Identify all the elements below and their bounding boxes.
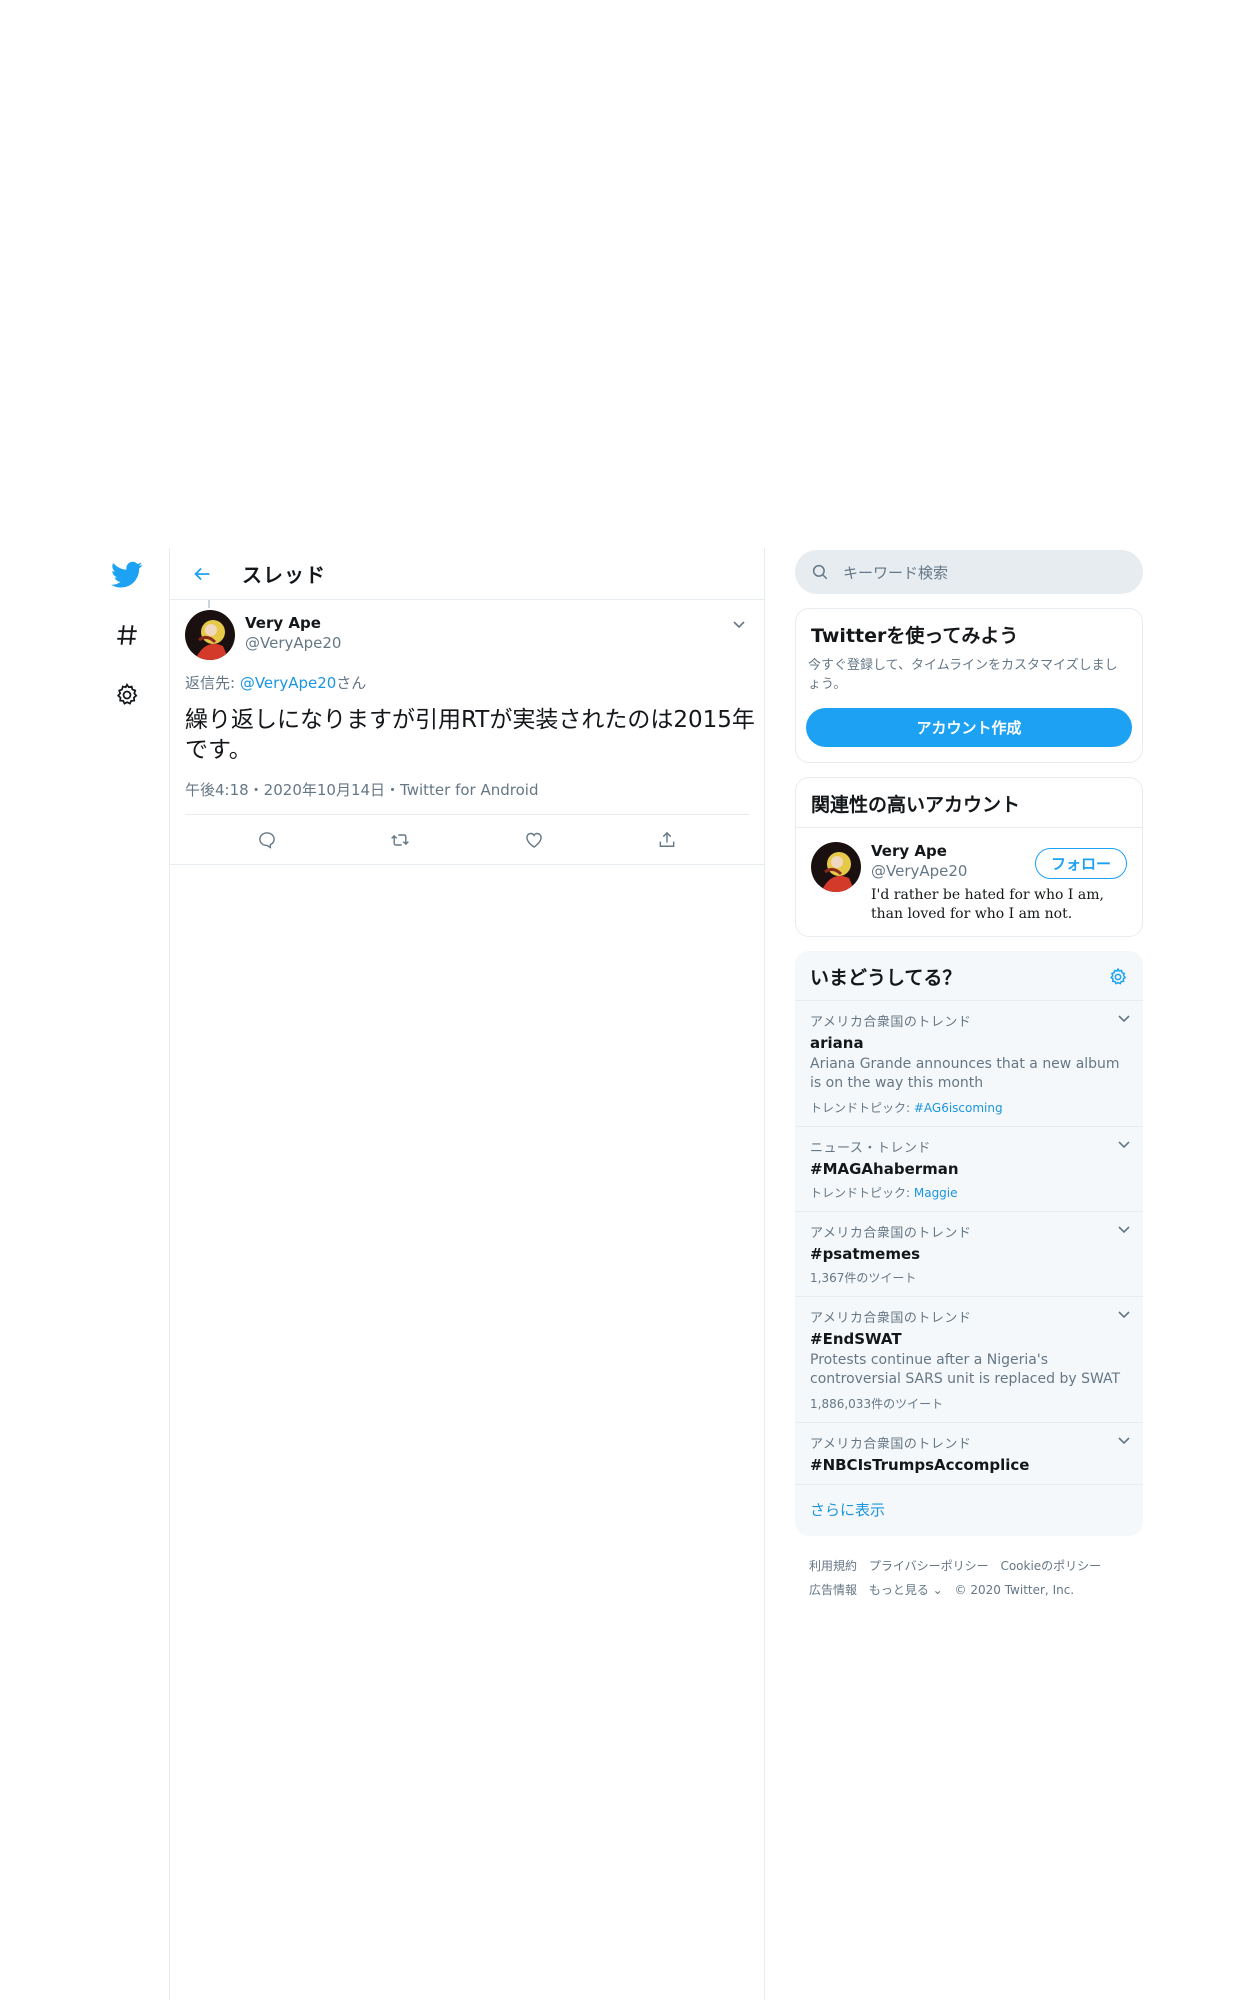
tweet-menu-button[interactable]	[729, 614, 749, 634]
footer-link-ads[interactable]: 広告情報	[809, 1583, 857, 1597]
search-icon	[812, 564, 828, 580]
related-accounts-card: 関連性の高いアカウント Very Ape @VeryApe20 I'd rath…	[795, 777, 1143, 937]
replying-to: 返信先: @VeryApe20さん	[185, 672, 749, 693]
trend-topic-link[interactable]: Maggie	[914, 1186, 958, 1200]
settings-button[interactable]	[104, 672, 150, 718]
trend-topic: トレンドトピック: #AG6iscoming	[810, 1099, 1128, 1116]
related-title: 関連性の高いアカウント	[811, 794, 1021, 816]
tweet-text: 繰り返しになりますが引用RTが実装されたのは2015年です。	[185, 707, 755, 763]
trend-item[interactable]: アメリカ合衆国のトレンド #EndSWAT Protests continue …	[795, 1297, 1143, 1423]
create-account-button[interactable]: アカウント作成	[806, 708, 1132, 747]
tweet-metadata: 午後4:18・2020年10月14日・Twitter for Android	[185, 779, 749, 815]
chevron-down-icon[interactable]	[1117, 1137, 1131, 1151]
replying-prefix: 返信先:	[185, 674, 240, 692]
reply-icon	[258, 831, 275, 849]
share-icon	[659, 831, 675, 847]
footer-link-more[interactable]: もっと見る ⌄	[869, 1583, 943, 1597]
chevron-down-icon[interactable]	[1117, 1307, 1131, 1321]
screen-name[interactable]: @VeryApe20	[245, 634, 341, 652]
display-name[interactable]: Very Ape	[245, 614, 341, 632]
footer-link-terms[interactable]: 利用規約	[809, 1559, 857, 1573]
gear-icon	[117, 683, 138, 705]
trend-topic: トレンドトピック: Maggie	[810, 1184, 1128, 1201]
trends-title: いまどうしてる？	[810, 967, 962, 989]
share-button[interactable]	[647, 820, 687, 860]
twitter-home-button[interactable]	[104, 552, 150, 598]
chevron-down-icon	[733, 621, 745, 629]
trend-context: アメリカ合衆国のトレンド	[810, 1311, 972, 1326]
tweet-actions	[170, 815, 764, 865]
explore-button[interactable]	[104, 612, 150, 658]
trend-item[interactable]: アメリカ合衆国のトレンド #psatmemes 1,367件のツイート	[795, 1212, 1143, 1297]
related-bio: I'd rather be hated for who I am, than l…	[871, 887, 1104, 922]
footer: 利用規約 プライバシーポリシー Cookieのポリシー 広告情報 もっと見る ⌄…	[795, 1554, 1143, 1602]
replying-mention-link[interactable]: @VeryApe20	[240, 674, 336, 692]
chevron-down-icon[interactable]	[1117, 1433, 1131, 1447]
chevron-down-icon[interactable]	[1117, 1222, 1131, 1236]
trend-context: アメリカ合衆国のトレンド	[810, 1437, 972, 1452]
trend-name: #psatmemes	[810, 1245, 921, 1263]
replying-suffix: さん	[336, 674, 367, 692]
footer-link-cookies[interactable]: Cookieのポリシー	[1000, 1559, 1101, 1573]
signup-title: Twitterを使ってみよう	[811, 625, 1019, 647]
avatar[interactable]	[185, 610, 235, 660]
trend-item[interactable]: アメリカ合衆国のトレンド #NBCIsTrumpsAccomplice	[795, 1423, 1143, 1485]
retweet-icon	[391, 833, 410, 846]
retweet-button[interactable]	[380, 820, 420, 860]
main-column: スレッド Very Ape @VeryApe20 返信先: @VeryApe20…	[169, 548, 765, 2000]
trend-topic-label: トレンドトピック:	[810, 1101, 914, 1115]
avatar-image	[811, 842, 861, 892]
thread-header: スレッド	[170, 548, 764, 600]
trend-name: ariana	[810, 1034, 864, 1052]
trend-name: #EndSWAT	[810, 1330, 902, 1348]
trend-topic-link[interactable]: #AG6iscoming	[914, 1101, 1003, 1115]
footer-copyright: © 2020 Twitter, Inc.	[954, 1583, 1075, 1597]
show-more-link[interactable]: さらに表示	[795, 1485, 1143, 1536]
trend-name: #MAGAhaberman	[810, 1160, 959, 1178]
signup-card: Twitterを使ってみよう 今すぐ登録して、タイムラインをカスタマイズしましょ…	[795, 608, 1143, 763]
trend-context: アメリカ合衆国のトレンド	[810, 1015, 972, 1030]
focused-tweet: Very Ape @VeryApe20 返信先: @VeryApe20さん 繰り…	[170, 600, 764, 865]
like-button[interactable]	[514, 820, 554, 860]
avatar-image	[185, 610, 235, 660]
heart-icon	[525, 832, 542, 848]
hashtag-icon	[117, 625, 137, 645]
trend-description: Ariana Grande announces that a new album…	[810, 1056, 1120, 1091]
reply-button[interactable]	[247, 820, 287, 860]
trend-item[interactable]: ニュース・トレンド #MAGAhaberman トレンドトピック: Maggie	[795, 1127, 1143, 1212]
trend-topic-label: トレンドトピック:	[810, 1186, 914, 1200]
chevron-down-icon[interactable]	[1117, 1011, 1131, 1025]
search-placeholder: キーワード検索	[843, 563, 949, 582]
trend-item[interactable]: アメリカ合衆国のトレンド ariana Ariana Grande announ…	[795, 1001, 1143, 1127]
related-account-row[interactable]: Very Ape @VeryApe20 I'd rather be hated …	[796, 827, 1142, 936]
arrow-left-icon	[194, 567, 210, 580]
footer-link-privacy[interactable]: プライバシーポリシー	[869, 1559, 989, 1573]
signup-subtitle: 今すぐ登録して、タイムラインをカスタマイズしましょう。	[808, 658, 1118, 692]
trend-context: ニュース・トレンド	[810, 1141, 931, 1156]
trend-context: アメリカ合衆国のトレンド	[810, 1226, 972, 1241]
trend-tweet-count: 1,367件のツイート	[810, 1271, 917, 1285]
left-nav	[104, 552, 150, 732]
trends-card: いまどうしてる？ アメリカ合衆国のトレンド ariana Ariana Gran…	[795, 951, 1143, 1536]
follow-button[interactable]: フォロー	[1035, 848, 1127, 879]
trend-name: #NBCIsTrumpsAccomplice	[810, 1456, 1030, 1474]
search-input[interactable]: キーワード検索	[795, 550, 1143, 594]
trend-description: Protests continue after a Nigeria's cont…	[810, 1352, 1121, 1387]
trend-tweet-count: 1,886,033件のツイート	[810, 1397, 944, 1411]
page-title: スレッド	[242, 563, 326, 587]
back-button[interactable]	[188, 560, 216, 588]
gear-icon[interactable]	[1108, 967, 1128, 987]
avatar[interactable]	[811, 842, 861, 892]
right-sidebar: キーワード検索 Twitterを使ってみよう 今すぐ登録して、タイムラインをカス…	[795, 550, 1143, 1602]
twitter-bird-icon	[111, 561, 143, 588]
